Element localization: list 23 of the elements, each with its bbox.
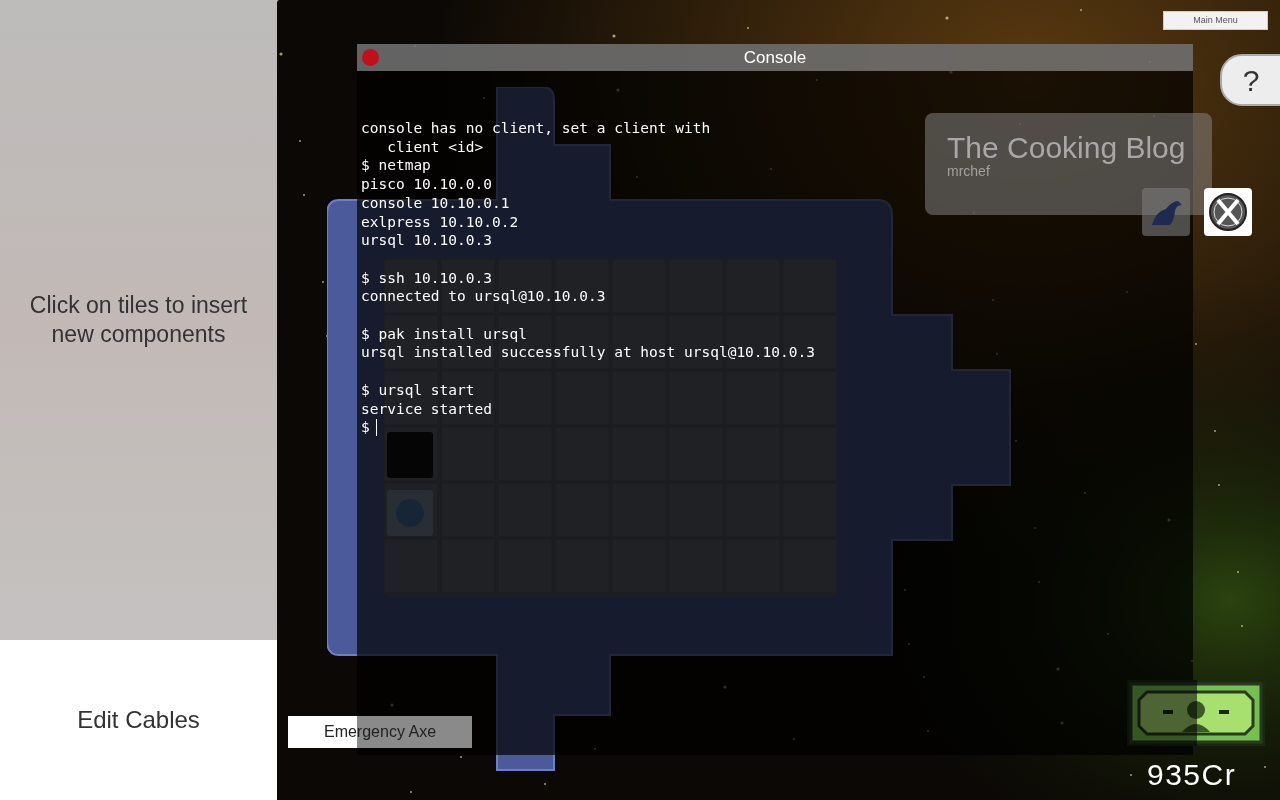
console-line: ursql installed successfully at host ursql@10.10.0.3 — [361, 343, 815, 363]
console-line: $ ursql start — [361, 380, 475, 400]
exl-logo-icon[interactable] — [1204, 188, 1252, 236]
console-line: $ pak install ursql — [361, 324, 527, 344]
text-cursor — [375, 419, 378, 437]
console-line: service started — [361, 399, 492, 419]
blog-title: The Cooking Blog — [947, 130, 1186, 165]
console-line: client <id> — [386, 137, 484, 157]
help-button[interactable]: ? — [1220, 54, 1280, 106]
console-line: $ ssh 10.10.0.3 — [361, 268, 492, 288]
main-menu-button[interactable]: Main Menu — [1163, 11, 1268, 30]
blog-author: mrchef — [947, 162, 990, 181]
console-line: exlpress 10.10.0.2 — [361, 212, 519, 232]
console-prompt: $ — [361, 418, 370, 437]
window-title: Console — [743, 46, 807, 69]
insert-hint: Click on tiles to insert new components — [28, 291, 249, 349]
console-line: console 10.10.0.1 — [361, 193, 510, 213]
console-line: ursql 10.10.0.3 — [361, 231, 492, 250]
credits-counter: 935Cr — [1147, 757, 1237, 793]
console-line: console has no client, set a client with — [361, 119, 711, 138]
console-line: connected to ursql@10.10.0.3 — [361, 287, 606, 306]
console-line: $ netmap — [361, 156, 431, 176]
console-line: pisco 10.10.0.0 — [361, 175, 492, 194]
